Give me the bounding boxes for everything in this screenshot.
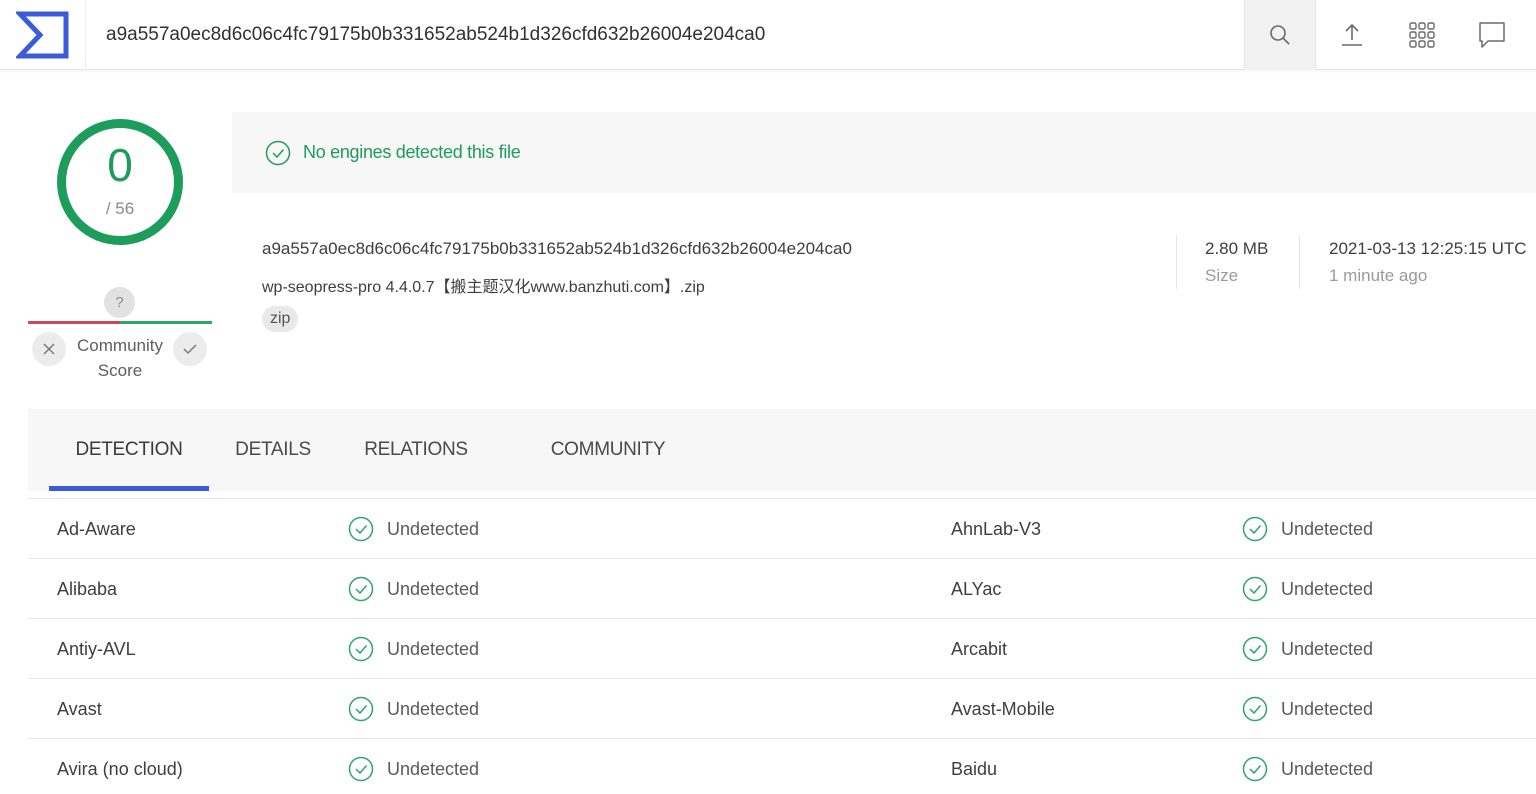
engine-name: Arcabit xyxy=(951,639,1008,659)
engine-name: AhnLab-V3 xyxy=(951,519,1042,539)
file-type-tag[interactable]: zip xyxy=(262,306,299,332)
result-label: Undetected xyxy=(387,758,480,779)
community-bar-positive xyxy=(120,321,212,324)
search-icon xyxy=(1270,25,1290,45)
engine-name: Avira (no cloud) xyxy=(57,759,183,779)
community-score-value: ? xyxy=(104,287,135,318)
engine-result: Undetected xyxy=(348,499,479,559)
upload-button[interactable] xyxy=(1316,0,1388,70)
detection-score-ring: 0 / 56 xyxy=(50,112,190,252)
virustotal-logo[interactable] xyxy=(0,0,86,70)
community-label-line2: Score xyxy=(97,361,143,380)
table-row: Antiy-AVL Undetected Arcabit Undetected xyxy=(28,618,1536,678)
banner-text: No engines detected this file xyxy=(303,142,521,162)
engine-name: Ad-Aware xyxy=(57,519,136,539)
engine-result: Undetected xyxy=(348,619,479,679)
analysis-date-relative: 1 minute ago xyxy=(1329,266,1428,285)
check-circle-icon xyxy=(348,516,374,542)
sigma-logo-icon xyxy=(15,11,68,59)
top-bar xyxy=(0,0,1536,70)
table-row: Avast Undetected Avast-Mobile Undetected xyxy=(28,678,1536,738)
apps-grid-icon xyxy=(1409,22,1435,48)
close-icon xyxy=(43,343,55,355)
check-circle-icon xyxy=(1242,516,1268,542)
check-circle-icon xyxy=(348,696,374,722)
checkmark-icon xyxy=(183,344,197,355)
engine-name: Alibaba xyxy=(57,579,118,599)
check-circle-icon xyxy=(348,756,374,782)
file-size-value: 2.80 MB xyxy=(1205,239,1269,258)
engine-result: Undetected xyxy=(1242,679,1373,739)
tab-community[interactable]: COMMUNITY xyxy=(495,409,721,491)
check-circle-icon xyxy=(1242,636,1268,662)
apps-button[interactable] xyxy=(1386,0,1458,70)
vote-harmless-button[interactable] xyxy=(173,332,207,366)
search-input[interactable] xyxy=(86,0,1244,70)
engine-name: ALYac xyxy=(951,579,1002,599)
table-row: Ad-Aware Undetected AhnLab-V3 Undetected xyxy=(28,498,1536,558)
engines-total: / 56 xyxy=(105,199,135,218)
community-bar-negative xyxy=(28,321,120,324)
community-score-label: Community Score xyxy=(68,333,172,383)
engine-name: Antiy-AVL xyxy=(57,639,136,659)
tab-bar: DETECTION DETAILS RELATIONS COMMUNITY xyxy=(28,409,1536,491)
result-label: Undetected xyxy=(1281,698,1374,719)
tab-details[interactable]: DETAILS xyxy=(209,409,337,491)
vote-harmful-button[interactable] xyxy=(32,332,66,366)
engine-name: Avast xyxy=(57,699,102,719)
divider xyxy=(1299,235,1300,289)
table-row: Alibaba Undetected ALYac Undetected xyxy=(28,558,1536,618)
check-circle-icon xyxy=(1242,576,1268,602)
detection-table: Ad-Aware Undetected AhnLab-V3 Undetected… xyxy=(28,498,1536,794)
tab-detection[interactable]: DETECTION xyxy=(49,409,209,491)
result-label: Undetected xyxy=(387,578,480,599)
engine-result: Undetected xyxy=(1242,739,1373,794)
check-circle-icon xyxy=(348,576,374,602)
engine-result: Undetected xyxy=(348,739,479,794)
upload-icon xyxy=(1342,23,1362,46)
analysis-date-value: 2021-03-13 12:25:15 UTC xyxy=(1329,239,1527,258)
engine-name: Avast-Mobile xyxy=(951,699,1055,719)
chat-button[interactable] xyxy=(1456,0,1528,70)
result-label: Undetected xyxy=(387,518,480,539)
engine-result: Undetected xyxy=(348,559,479,619)
check-circle-icon xyxy=(1242,696,1268,722)
engine-result: Undetected xyxy=(348,679,479,739)
active-tab-indicator xyxy=(49,486,209,491)
engine-name: Baidu xyxy=(951,759,998,779)
result-label: Undetected xyxy=(387,638,480,659)
file-hash[interactable]: a9a557a0ec8d6c06c4fc79175b0b331652ab524b… xyxy=(262,239,852,259)
detections-count: 0 xyxy=(107,139,133,191)
file-info-panel: a9a557a0ec8d6c06c4fc79175b0b331652ab524b… xyxy=(232,193,1536,368)
engine-result: Undetected xyxy=(1242,559,1373,619)
result-label: Undetected xyxy=(1281,518,1374,539)
table-row: Avira (no cloud) Undetected Baidu Undete… xyxy=(28,738,1536,794)
engine-result: Undetected xyxy=(1242,499,1373,559)
chat-icon xyxy=(1479,22,1505,48)
check-circle-icon xyxy=(265,140,291,165)
result-label: Undetected xyxy=(387,698,480,719)
detection-summary-banner: No engines detected this file xyxy=(232,112,1536,193)
tab-relations[interactable]: RELATIONS xyxy=(337,409,495,491)
result-label: Undetected xyxy=(1281,578,1374,599)
result-label: Undetected xyxy=(1281,758,1374,779)
file-size-label: Size xyxy=(1205,266,1239,285)
file-name: wp-seopress-pro 4.4.0.7【搬主题汉化www.banzhut… xyxy=(262,279,705,296)
check-circle-icon xyxy=(1242,756,1268,782)
check-circle-icon xyxy=(348,636,374,662)
community-label-line1: Community xyxy=(77,336,163,355)
result-label: Undetected xyxy=(1281,638,1374,659)
engine-result: Undetected xyxy=(1242,619,1373,679)
search-button[interactable] xyxy=(1244,0,1316,70)
divider xyxy=(1176,235,1177,289)
